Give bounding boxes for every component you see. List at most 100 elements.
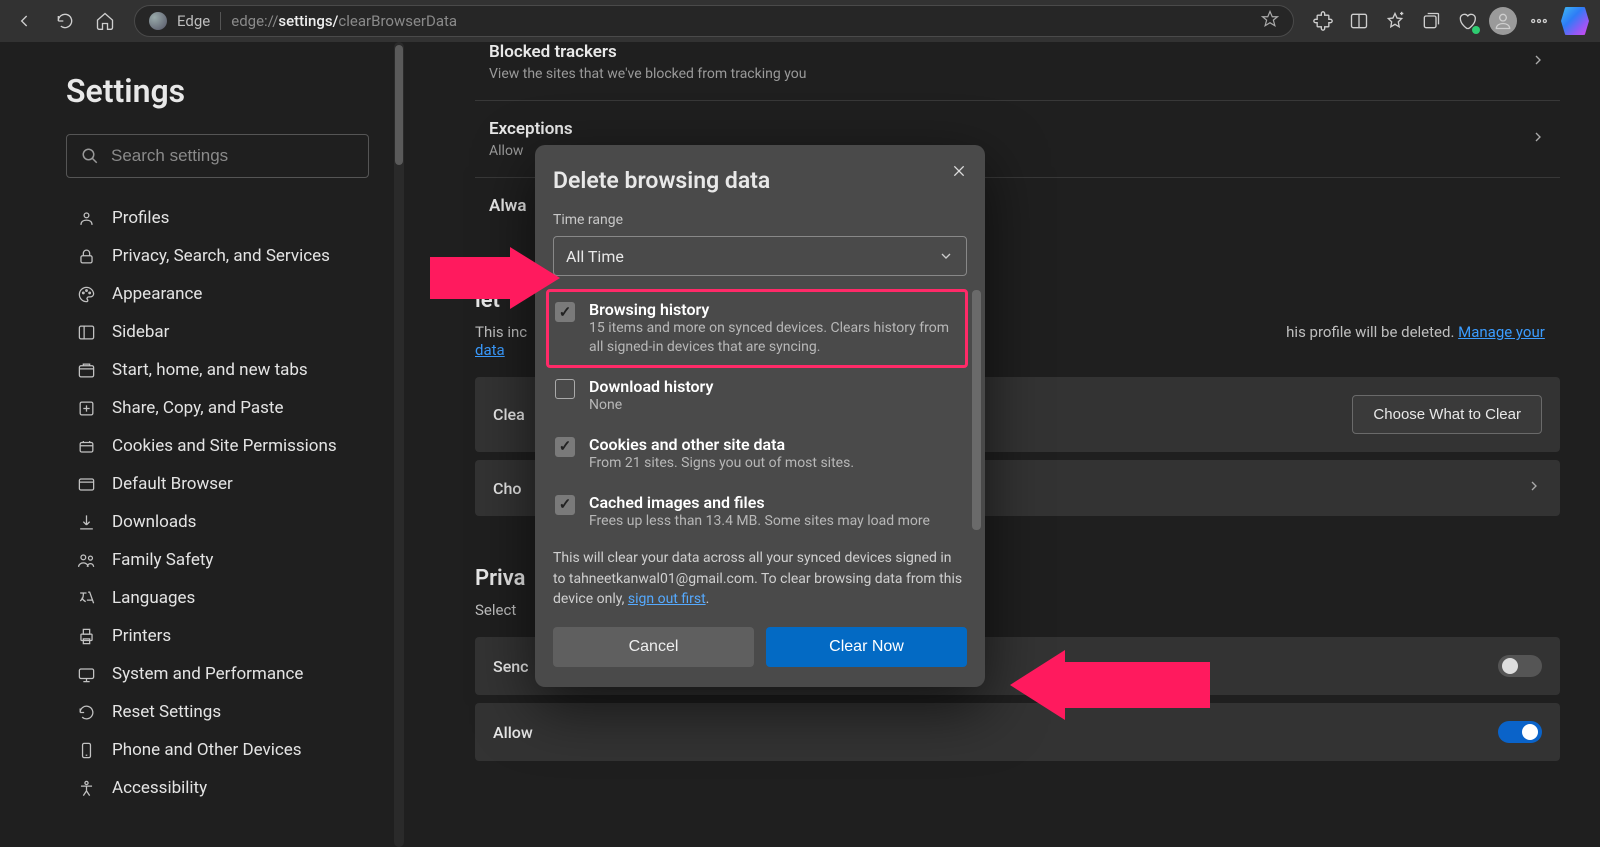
sidebar-item-label: Profiles bbox=[112, 208, 169, 228]
browser-icon bbox=[76, 474, 96, 494]
sidebar-item-label: Privacy, Search, and Services bbox=[112, 246, 330, 266]
split-screen-icon bbox=[1349, 11, 1369, 31]
address-bar[interactable]: Edge edge://settings/clearBrowserData bbox=[134, 5, 1294, 37]
address-browser-name: Edge bbox=[177, 12, 210, 30]
profile-button[interactable] bbox=[1486, 4, 1520, 38]
rewards-button[interactable] bbox=[1450, 4, 1484, 38]
sidebar-item-appearance[interactable]: Appearance bbox=[66, 276, 381, 312]
favorites-button[interactable] bbox=[1378, 4, 1412, 38]
data-type-row-download-history[interactable]: Download history None bbox=[553, 367, 967, 425]
avatar-icon bbox=[1489, 7, 1517, 35]
settings-nav: Profiles Privacy, Search, and Services App… bbox=[66, 200, 381, 806]
sidebar-item-label: Languages bbox=[112, 588, 195, 608]
sidebar-item-reset-settings[interactable]: Reset Settings bbox=[66, 694, 381, 730]
home-button[interactable] bbox=[88, 4, 122, 38]
delete-browsing-data-dialog: Delete browsing data Time range All Time… bbox=[535, 145, 985, 687]
home-icon bbox=[95, 11, 115, 31]
data-type-title: Browsing history bbox=[589, 300, 963, 319]
refresh-icon bbox=[55, 11, 75, 31]
blocked-trackers-title: Blocked trackers bbox=[489, 42, 1530, 62]
allow-check-toggle[interactable] bbox=[1498, 721, 1542, 743]
time-range-label: Time range bbox=[553, 212, 967, 228]
sign-out-link[interactable]: sign out first bbox=[628, 591, 706, 607]
collections-button[interactable] bbox=[1414, 4, 1448, 38]
sidebar-item-privacy-search-and-services[interactable]: Privacy, Search, and Services bbox=[66, 238, 381, 274]
settings-title: Settings bbox=[66, 72, 381, 110]
data-type-row-cached-images-and-files[interactable]: Cached images and files Frees up less th… bbox=[553, 483, 967, 541]
sidebar-item-label: Appearance bbox=[112, 284, 202, 304]
back-button[interactable] bbox=[8, 4, 42, 38]
exceptions-title: Exceptions bbox=[489, 119, 1530, 139]
sidebar-item-label: Phone and Other Devices bbox=[112, 740, 302, 760]
sidebar-item-label: Default Browser bbox=[112, 474, 233, 494]
sidebar-item-label: Family Safety bbox=[112, 550, 213, 570]
blocked-trackers-row[interactable]: Blocked trackers View the sites that we'… bbox=[475, 42, 1560, 101]
browser-toolbar: Edge edge://settings/clearBrowserData bbox=[0, 0, 1600, 42]
sidebar-item-sidebar[interactable]: Sidebar bbox=[66, 314, 381, 350]
data-type-title: Cached images and files bbox=[589, 493, 930, 512]
sidebar-item-label: Printers bbox=[112, 626, 171, 646]
sidebar-item-phone-and-other-devices[interactable]: Phone and Other Devices bbox=[66, 732, 381, 768]
data-type-sub: From 21 sites. Signs you out of most sit… bbox=[589, 454, 854, 473]
sidebar-item-label: Accessibility bbox=[112, 778, 207, 798]
settings-search[interactable] bbox=[66, 134, 369, 178]
data-type-sub: Frees up less than 13.4 MB. Some sites m… bbox=[589, 512, 930, 531]
settings-search-input[interactable] bbox=[111, 146, 354, 166]
choose-what-to-clear-button[interactable]: Choose What to Clear bbox=[1352, 395, 1542, 434]
ellipsis-icon bbox=[1529, 11, 1549, 31]
annotation-arrow-right bbox=[1010, 650, 1210, 720]
sidebar-item-family-safety[interactable]: Family Safety bbox=[66, 542, 381, 578]
accessibility-icon bbox=[76, 778, 96, 798]
checkbox[interactable] bbox=[555, 437, 575, 457]
time-range-value: All Time bbox=[566, 247, 938, 266]
sidebar-item-cookies-and-site-permissions[interactable]: Cookies and Site Permissions bbox=[66, 428, 381, 464]
sidebar-item-accessibility[interactable]: Accessibility bbox=[66, 770, 381, 806]
sidebar-item-languages[interactable]: Languages bbox=[66, 580, 381, 616]
sidebar-item-profiles[interactable]: Profiles bbox=[66, 200, 381, 236]
sidebar-item-downloads[interactable]: Downloads bbox=[66, 504, 381, 540]
sidebar-item-label: Sidebar bbox=[112, 322, 169, 342]
send-dnt-toggle[interactable] bbox=[1498, 655, 1542, 677]
close-button[interactable] bbox=[947, 159, 971, 183]
sidebar-item-printers[interactable]: Printers bbox=[66, 618, 381, 654]
allow-check-label: Allow bbox=[493, 723, 1484, 742]
edge-logo-icon bbox=[149, 12, 167, 30]
extensions-button[interactable] bbox=[1306, 4, 1340, 38]
data-type-sub: 15 items and more on synced devices. Cle… bbox=[589, 319, 963, 357]
sidebar-item-label: Downloads bbox=[112, 512, 196, 532]
profile-icon bbox=[76, 208, 96, 228]
split-button[interactable] bbox=[1342, 4, 1376, 38]
options-scrollbar[interactable] bbox=[972, 290, 981, 530]
sidebar-item-label: Start, home, and new tabs bbox=[112, 360, 308, 380]
more-button[interactable] bbox=[1522, 4, 1556, 38]
rewards-dot bbox=[1472, 26, 1480, 34]
sidebar-item-default-browser[interactable]: Default Browser bbox=[66, 466, 381, 502]
system-icon bbox=[76, 664, 96, 684]
time-range-select[interactable]: All Time bbox=[553, 236, 967, 276]
sidebar-item-system-and-performance[interactable]: System and Performance bbox=[66, 656, 381, 692]
lock-icon bbox=[76, 246, 96, 266]
settings-sidebar: Settings Profiles Privacy, Search, and Se… bbox=[0, 42, 395, 847]
sidebar-item-share-copy-and-paste[interactable]: Share, Copy, and Paste bbox=[66, 390, 381, 426]
address-divider bbox=[220, 12, 221, 30]
data-type-title: Download history bbox=[589, 377, 713, 396]
data-type-row-browsing-history[interactable]: Browsing history 15 items and more on sy… bbox=[547, 290, 967, 367]
sidebar-item-start-home-and-new-tabs[interactable]: Start, home, and new tabs bbox=[66, 352, 381, 388]
refresh-button[interactable] bbox=[48, 4, 82, 38]
cancel-button[interactable]: Cancel bbox=[553, 627, 754, 667]
clear-now-button[interactable]: Clear Now bbox=[766, 627, 967, 667]
data-type-row-cookies-and-other-site-data[interactable]: Cookies and other site data From 21 site… bbox=[553, 425, 967, 483]
printer-icon bbox=[76, 626, 96, 646]
collections-icon bbox=[1421, 11, 1441, 31]
copilot-button[interactable] bbox=[1558, 4, 1592, 38]
share-icon bbox=[76, 398, 96, 418]
chevron-right-icon bbox=[1530, 52, 1546, 72]
arrow-left-icon bbox=[15, 11, 35, 31]
phone-icon bbox=[76, 740, 96, 760]
sidebar-icon bbox=[76, 322, 96, 342]
annotation-arrow-left bbox=[430, 247, 560, 309]
favorite-star-icon[interactable] bbox=[1261, 10, 1279, 32]
checkbox[interactable] bbox=[555, 379, 575, 399]
cookie-icon bbox=[76, 436, 96, 456]
checkbox[interactable] bbox=[555, 495, 575, 515]
